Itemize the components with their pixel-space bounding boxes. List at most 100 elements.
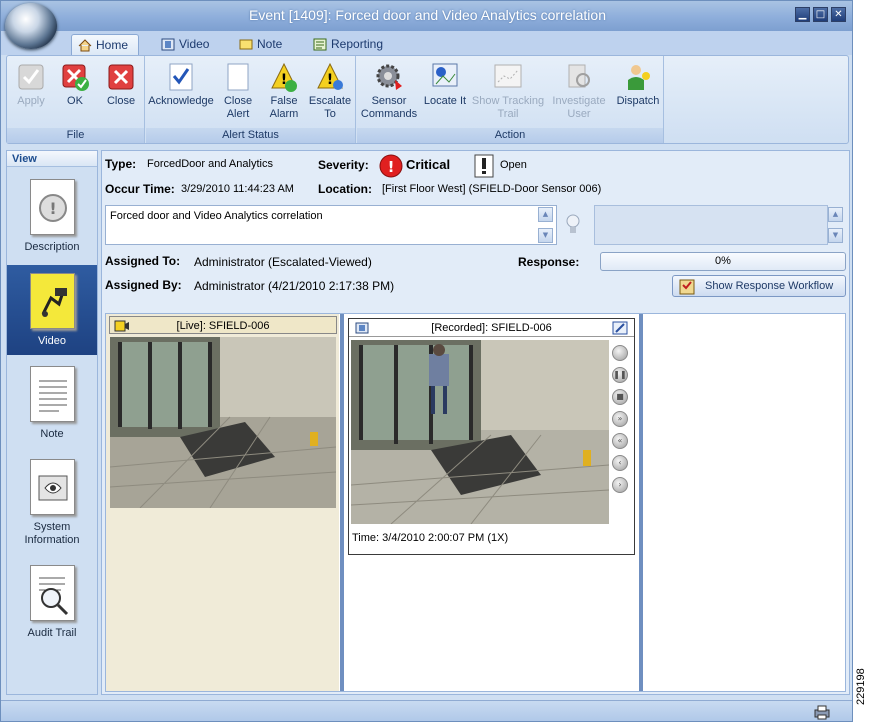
minimize-button[interactable]: ▁ [795, 7, 810, 22]
group-action: Sensor Commands Locate It Show Tracking … [357, 56, 664, 143]
live-video-feed[interactable] [110, 337, 336, 508]
event-details-panel: Type: ForcedDoor and Analytics Severity:… [101, 150, 850, 695]
note-icon [239, 39, 253, 50]
response-scroll-down[interactable]: ▼ [828, 228, 843, 243]
severity-value: Critical [406, 157, 451, 172]
edit-video-icon[interactable] [612, 321, 628, 335]
acknowledge-button[interactable]: Acknowledge [148, 60, 214, 108]
investigate-user-button[interactable]: Investigate User [549, 60, 609, 121]
fast-forward-icon[interactable]: » [612, 411, 628, 427]
view-item-system-information-label: System Information [24, 521, 80, 546]
view-item-description-label: Description [24, 241, 80, 253]
description-scroll-down[interactable]: ▼ [538, 228, 553, 243]
sensor-commands-button[interactable]: Sensor Commands [359, 60, 419, 121]
escalate-icon: ! [316, 62, 344, 92]
occur-time-value: 3/29/2010 11:44:23 AM [181, 183, 294, 195]
critical-icon: ! [379, 154, 403, 178]
tab-reporting[interactable]: Reporting [307, 34, 393, 55]
ok-button[interactable]: OK [57, 60, 93, 108]
svg-text:!: ! [49, 199, 56, 218]
video-splitter-2[interactable] [639, 314, 643, 691]
close-alert-icon [224, 62, 252, 92]
view-item-system-information[interactable]: System Information [7, 459, 97, 551]
close-alert-label: Close Alert [223, 95, 253, 120]
app-menu-button[interactable] [5, 3, 57, 49]
stop-icon[interactable]: ■ [612, 389, 628, 405]
note-page-icon [29, 366, 75, 422]
video-splitter[interactable] [340, 314, 344, 691]
false-alarm-icon: ! [270, 62, 298, 92]
system-info-icon [29, 459, 75, 515]
view-item-video[interactable]: Video [7, 265, 97, 355]
svg-text:!: ! [388, 158, 395, 176]
check-icon [17, 62, 45, 92]
rewind-icon[interactable]: « [612, 433, 628, 449]
ok-icon [61, 62, 89, 92]
dispatch-button[interactable]: Dispatch [613, 60, 663, 108]
response-scroll-up[interactable]: ▲ [828, 207, 843, 222]
close-label: Close [106, 95, 136, 107]
view-item-video-label: Video [38, 335, 66, 347]
escalate-label: Escalate To [308, 95, 352, 120]
show-response-workflow-button[interactable]: Show Response Workflow [672, 275, 846, 297]
description-text: Forced door and Video Analytics correlat… [110, 210, 323, 222]
locate-it-button[interactable]: Locate It [421, 60, 469, 108]
response-label: Response: [518, 255, 580, 269]
recorded-video-feed[interactable] [351, 340, 609, 524]
video-area: [Live]: SFIELD-006 [Recorded]: SFIELD-00… [105, 313, 846, 692]
close-alert-button[interactable]: Close Alert [220, 60, 256, 121]
description-scroll-up[interactable]: ▲ [538, 207, 553, 222]
recorded-time: Time: 3/4/2010 2:00:07 PM (1X) [352, 532, 509, 544]
apply-button[interactable]: Apply [13, 60, 49, 108]
close-window-button[interactable]: ✕ [831, 7, 846, 22]
escalate-button[interactable]: ! Escalate To [308, 60, 352, 121]
figure-number: 229198 [855, 668, 867, 705]
tab-note[interactable]: Note [233, 34, 292, 55]
tab-home[interactable]: Home [71, 34, 140, 55]
investigate-icon [565, 62, 593, 92]
report-icon [313, 38, 327, 51]
title-bar[interactable]: Event [1409]: Forced door and Video Anal… [1, 1, 852, 31]
ribbon-tabs: Home Video Note Reporting [1, 31, 852, 55]
show-tracking-trail-button[interactable]: Show Tracking Trail [471, 60, 545, 121]
assigned-to-value: Administrator (Escalated-Viewed) [194, 255, 372, 269]
view-panel: View ! Description Video Note System Inf… [6, 150, 98, 695]
window-title: Event [1409]: Forced door and Video Anal… [249, 7, 606, 23]
tab-reporting-label: Reporting [331, 37, 384, 51]
step-back-icon[interactable]: ‹ [612, 455, 628, 471]
group-action-label: Action [357, 128, 663, 143]
ok-label: OK [67, 95, 83, 107]
recorded-camera-header: [Recorded]: SFIELD-006 [349, 319, 634, 337]
tab-video[interactable]: Video [155, 34, 219, 55]
record-icon[interactable] [612, 345, 628, 361]
view-panel-title: View [7, 151, 97, 167]
view-item-description[interactable]: ! Description [7, 179, 97, 259]
description-textbox[interactable]: Forced door and Video Analytics correlat… [105, 205, 557, 245]
false-alarm-button[interactable]: ! False Alarm [264, 60, 304, 121]
live-camera-header: [Live]: SFIELD-006 [109, 316, 337, 334]
response-textbox[interactable] [594, 205, 828, 245]
live-video-frame [110, 337, 336, 508]
close-button[interactable]: Close [103, 60, 139, 108]
camera-icon [114, 320, 129, 332]
recorded-video-frame [351, 340, 609, 524]
view-item-audit-trail[interactable]: Audit Trail [7, 565, 97, 645]
show-tracking-trail-label: Show Tracking Trail [471, 95, 545, 120]
printer-icon[interactable] [813, 704, 831, 720]
maximize-button[interactable]: □ [813, 7, 828, 22]
home-icon [78, 39, 92, 52]
group-file-label: File [7, 128, 144, 143]
assigned-to-label: Assigned To: [105, 254, 181, 268]
location-value: [First Floor West] (SFIELD-Door Sensor 0… [382, 183, 602, 195]
acknowledge-icon [167, 62, 195, 92]
type-label: Type: [105, 157, 137, 171]
pause-icon[interactable]: ❚❚ [612, 367, 628, 383]
step-forward-icon[interactable]: › [612, 477, 628, 493]
locate-it-label: Locate It [423, 95, 467, 107]
dispatch-label: Dispatch [616, 95, 660, 107]
view-item-note[interactable]: Note [7, 366, 97, 446]
group-alert-status-label: Alert Status [146, 128, 355, 143]
apply-label: Apply [17, 95, 45, 107]
locate-icon [431, 62, 459, 92]
location-label: Location: [318, 182, 372, 196]
